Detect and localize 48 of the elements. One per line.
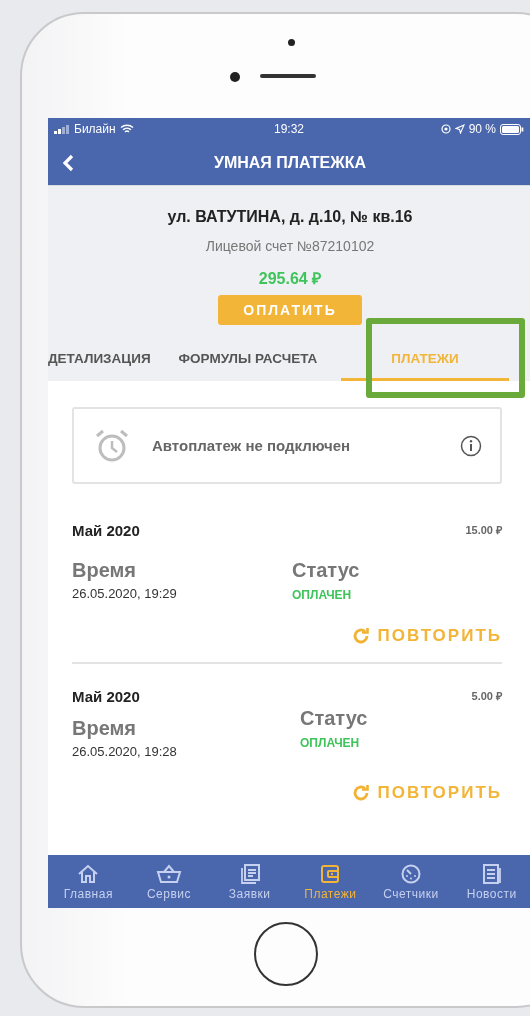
battery-icon — [500, 123, 524, 135]
tab[interactable]: ДЕТАЛИЗАЦИЯ — [48, 339, 165, 381]
home-icon — [77, 862, 100, 885]
alarm-clock-icon — [94, 428, 130, 463]
status-time: 19:32 — [274, 122, 304, 136]
payment-month: Май 2020 — [72, 522, 140, 539]
autopay-status: Автоплатеж не подключен — [152, 437, 352, 454]
nav-item[interactable]: Заявки — [209, 855, 290, 908]
speaker-slot — [260, 74, 316, 78]
carrier-name: Билайн — [74, 122, 116, 136]
status-label: Статус — [292, 559, 360, 582]
nav-item[interactable]: Платежи — [290, 855, 371, 908]
tab[interactable]: ФОРМУЛЫ РАСЧЕТА — [164, 339, 332, 381]
payment-status: ОПЛАЧЕН — [292, 588, 353, 602]
gauge-icon — [400, 862, 422, 885]
camera-dot — [230, 72, 240, 82]
nav-item[interactable]: Главная — [48, 855, 129, 908]
payment-status: ОПЛАЧЕН — [300, 736, 361, 750]
status-label: Статус — [300, 707, 368, 730]
location-icon — [454, 124, 465, 134]
lock-rotation-icon — [440, 124, 451, 134]
info-icon[interactable] — [460, 434, 482, 457]
time-label: Время — [72, 559, 137, 582]
sensor-dot — [288, 39, 295, 46]
payment-time: 26.05.2020, 19:28 — [72, 744, 178, 759]
account-number: Лицевой счет №87210102 — [205, 238, 375, 254]
address-text: ул. ВАТУТИНА, д. д.10, № кв.16 — [167, 208, 413, 226]
back-icon[interactable] — [62, 153, 74, 172]
screen-title: УМНАЯ ПЛАТЕЖКА — [213, 153, 366, 172]
documents-icon — [238, 862, 261, 885]
home-button[interactable] — [254, 922, 318, 986]
payment-month: Май 2020 — [72, 688, 140, 705]
newspaper-icon — [480, 862, 503, 885]
nav-item[interactable]: Счетчики — [370, 855, 452, 908]
battery-percent: 90 % — [468, 122, 496, 136]
payment-time: 26.05.2020, 19:29 — [72, 586, 178, 601]
basket-icon — [156, 862, 182, 885]
wifi-icon — [119, 124, 134, 134]
payment-amount: 15.00 ₽ — [465, 523, 502, 537]
nav-item[interactable]: Сервис — [128, 855, 210, 908]
payment-amount: 5.00 ₽ — [471, 689, 502, 703]
time-label: Время — [72, 717, 137, 740]
refresh-icon — [351, 627, 370, 645]
refresh-icon — [351, 784, 370, 802]
nav-item[interactable]: Новости — [451, 855, 530, 908]
wallet-icon — [319, 862, 342, 885]
signal-icon — [54, 124, 70, 134]
balance-amount: 295.64 ₽ — [258, 269, 322, 289]
